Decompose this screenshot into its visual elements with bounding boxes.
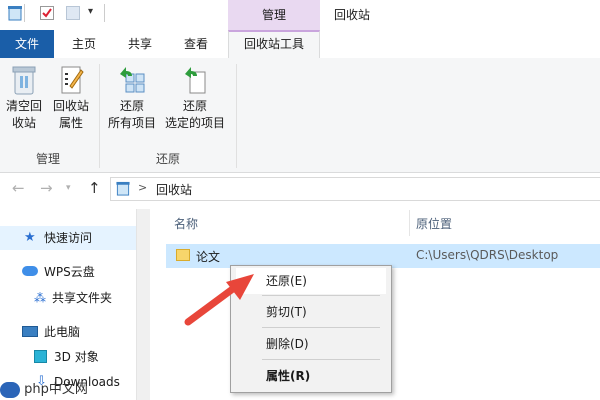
- column-header-origin[interactable]: 原位置: [416, 215, 452, 232]
- column-header-name[interactable]: 名称: [174, 215, 198, 232]
- properties-label-1: 回收站: [52, 99, 89, 113]
- nav-item-this-pc[interactable]: 此电脑: [0, 320, 136, 344]
- nav-pane-scrollbar[interactable]: [136, 209, 150, 400]
- nav-item-shared-folder[interactable]: ⁂ 共享文件夹: [0, 286, 136, 310]
- menu-separator: [262, 295, 380, 296]
- annotation-arrow: [184, 274, 254, 326]
- empty-bin-label-2: 收站: [11, 116, 36, 130]
- cloud-icon: [22, 266, 38, 276]
- tab-share[interactable]: 共享: [118, 30, 162, 58]
- restore-selected-button[interactable]: 还原 选定的项目: [161, 64, 229, 132]
- nav-item-label: 共享文件夹: [52, 291, 113, 305]
- group-label-restore: 还原: [156, 152, 181, 166]
- menu-separator-2: [262, 327, 380, 328]
- empty-bin-icon: [2, 64, 46, 98]
- new-folder-icon[interactable]: [66, 6, 80, 20]
- forward-arrow-icon[interactable]: →: [40, 179, 53, 197]
- tab-home[interactable]: 主页: [62, 30, 106, 58]
- file-row-origin: C:\Users\QDRS\Desktop: [416, 248, 559, 262]
- tab-view[interactable]: 查看: [174, 30, 218, 58]
- nav-item-label: 此电脑: [44, 325, 81, 339]
- file-row-name: 论文: [196, 250, 221, 264]
- breadcrumb-separator[interactable]: >: [138, 181, 147, 194]
- tab-file[interactable]: 文件: [0, 30, 54, 58]
- recycle-bin-properties-button[interactable]: 回收站 属性: [48, 64, 94, 132]
- star-icon: ★: [24, 230, 36, 245]
- empty-recycle-bin-button[interactable]: 清空回 收站: [2, 64, 46, 132]
- properties-label-2: 属性: [58, 116, 83, 130]
- restore-selected-label-1: 还原: [182, 99, 207, 113]
- folder-icon: [176, 249, 190, 261]
- contextual-tab-group-label: 管理: [228, 0, 320, 30]
- php-logo-icon: [0, 381, 20, 398]
- recycle-bin-location-icon: [116, 181, 130, 199]
- restore-selected-icon: [161, 64, 229, 98]
- watermark-text: php中文网: [24, 382, 88, 397]
- group-label-manage: 管理: [36, 152, 61, 166]
- context-menu-properties[interactable]: 属性(R): [236, 363, 386, 389]
- recent-dropdown-icon[interactable]: ▾: [66, 183, 71, 193]
- nav-item-label: 快速访问: [44, 231, 93, 245]
- properties-check-icon[interactable]: [40, 6, 54, 20]
- window-title: 回收站: [334, 8, 371, 22]
- restore-selected-label-2: 选定的项目: [164, 116, 225, 130]
- properties-page-icon: [48, 64, 94, 98]
- qat-dropdown-icon[interactable]: ▾: [88, 6, 93, 17]
- qat-divider-2: [104, 4, 105, 22]
- share-network-icon: ⁂: [34, 291, 46, 305]
- nav-item-label: 3D 对象: [54, 350, 99, 364]
- computer-icon: [22, 326, 38, 337]
- breadcrumb-recycle-bin[interactable]: 回收站: [156, 181, 192, 198]
- recycle-bin-app-icon: [8, 5, 22, 24]
- restore-all-icon: [104, 64, 160, 98]
- nav-item-quick-access[interactable]: ★ 快速访问: [0, 226, 136, 250]
- empty-bin-label-1: 清空回: [5, 99, 42, 113]
- back-arrow-icon[interactable]: ←: [12, 179, 25, 197]
- cube-icon: [34, 350, 47, 363]
- restore-all-label-2: 所有项目: [107, 116, 156, 130]
- up-arrow-icon[interactable]: ↑: [88, 179, 101, 197]
- watermark: php中文网: [0, 378, 88, 400]
- restore-all-button[interactable]: 还原 所有项目: [104, 64, 160, 132]
- nav-item-label: WPS云盘: [44, 265, 95, 279]
- restore-all-label-1: 还原: [119, 99, 144, 113]
- nav-item-3d-objects[interactable]: 3D 对象: [0, 345, 136, 369]
- qat-divider: [24, 4, 25, 22]
- ribbon-group-separator-2: [236, 64, 237, 168]
- ribbon-group-separator: [99, 64, 100, 168]
- tab-recycle-bin-tools[interactable]: 回收站工具: [228, 30, 320, 59]
- menu-separator-3: [262, 359, 380, 360]
- nav-item-wps-cloud[interactable]: WPS云盘: [0, 260, 136, 284]
- column-divider[interactable]: [409, 210, 410, 236]
